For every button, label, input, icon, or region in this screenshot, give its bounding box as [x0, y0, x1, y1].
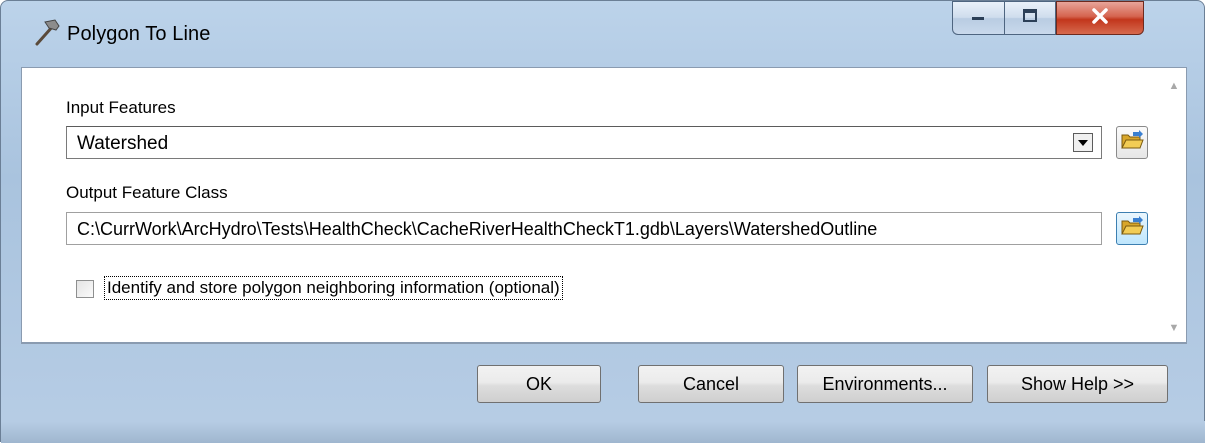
folder-open-icon — [1120, 215, 1144, 242]
parameters-panel: ▲ ▼ Input Features Watershed Output Feat… — [21, 67, 1187, 343]
close-icon — [1090, 7, 1110, 30]
title-bar[interactable]: Polygon To Line — [1, 1, 1204, 67]
environments-button[interactable]: Environments... — [797, 365, 973, 403]
output-feature-class-field[interactable]: C:\CurrWork\ArcHydro\Tests\HealthCheck\C… — [66, 212, 1102, 245]
input-features-browse-button[interactable] — [1116, 126, 1148, 159]
output-feature-class-value: C:\CurrWork\ArcHydro\Tests\HealthCheck\C… — [77, 219, 878, 239]
input-features-label: Input Features — [66, 98, 176, 117]
cancel-button-label: Cancel — [682, 373, 740, 394]
show-help-button[interactable]: Show Help >> — [987, 365, 1168, 403]
scroll-up-icon[interactable]: ▲ — [1166, 78, 1182, 94]
hammer-icon — [29, 16, 63, 50]
output-feature-class-browse-button[interactable] — [1116, 212, 1148, 245]
cancel-button[interactable]: Cancel — [638, 365, 784, 403]
scroll-down-icon[interactable]: ▼ — [1166, 320, 1182, 336]
minimize-icon — [970, 9, 988, 27]
folder-open-icon — [1120, 129, 1144, 156]
dialog-window: Polygon To Line ▲ ▼ Input Features Water… — [0, 0, 1205, 443]
close-button[interactable] — [1056, 1, 1144, 35]
show-help-button-label: Show Help >> — [1020, 373, 1135, 394]
neighbor-info-checkbox-label[interactable]: Identify and store polygon neighboring i… — [104, 276, 563, 300]
window-bottom-border — [1, 421, 1205, 443]
maximize-button[interactable] — [1004, 1, 1056, 35]
chevron-down-icon[interactable] — [1073, 133, 1093, 152]
maximize-icon — [1021, 8, 1039, 29]
output-feature-class-label: Output Feature Class — [66, 183, 228, 202]
ok-button[interactable]: OK — [477, 365, 601, 403]
minimize-button[interactable] — [952, 1, 1004, 35]
footer-divider — [21, 343, 1187, 344]
input-features-value: Watershed — [77, 133, 169, 154]
neighbor-info-checkbox[interactable] — [76, 280, 94, 298]
window-title: Polygon To Line — [67, 23, 211, 45]
ok-button-label: OK — [525, 373, 552, 394]
input-features-dropdown[interactable]: Watershed — [66, 126, 1102, 159]
window-controls — [952, 1, 1144, 37]
environments-button-label: Environments... — [822, 373, 948, 394]
